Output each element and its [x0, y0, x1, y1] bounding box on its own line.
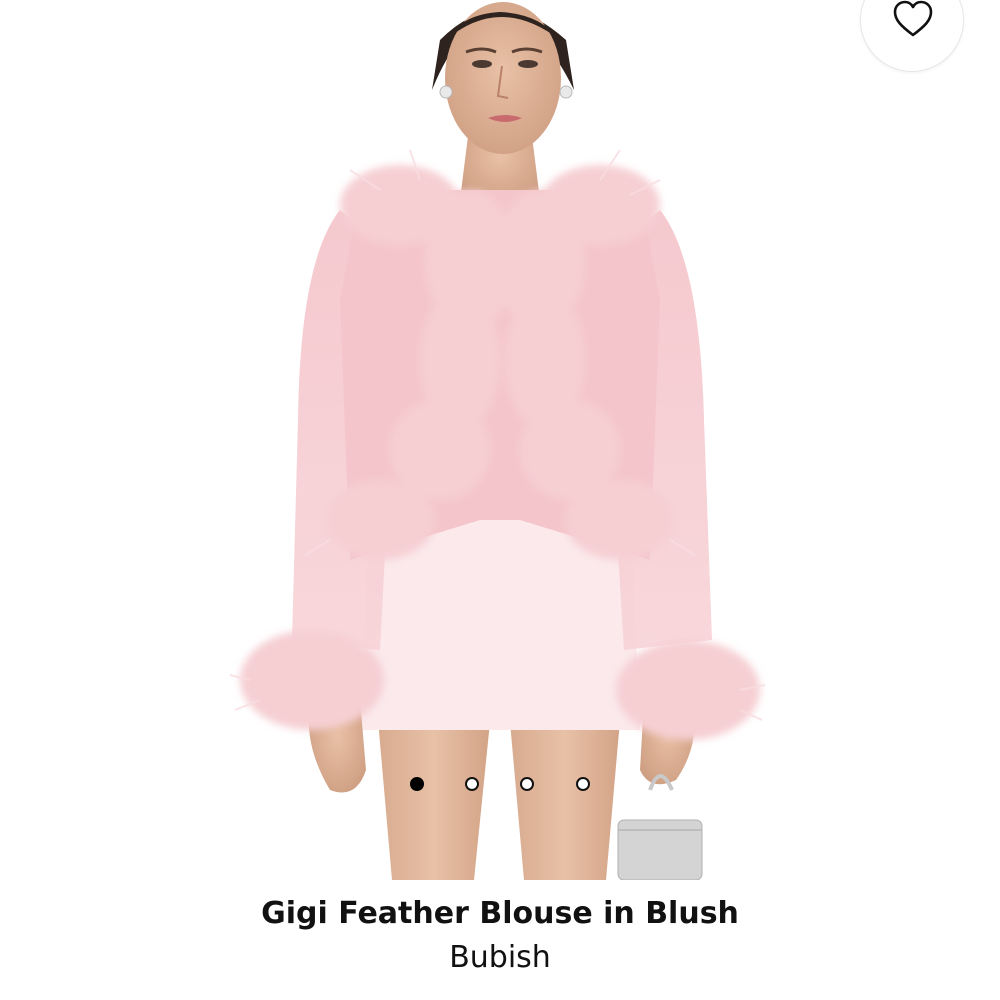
gallery-dot-4[interactable]: [576, 777, 590, 791]
gallery-dot-3[interactable]: [520, 777, 534, 791]
gallery-pagination: [400, 774, 600, 798]
product-title: Gigi Feather Blouse in Blush: [261, 896, 739, 931]
brand-name[interactable]: Bubish: [0, 936, 1000, 980]
product-info: Gigi Feather Blouse in Blush Bubish: [0, 892, 1000, 980]
gallery-dot-1[interactable]: [410, 777, 424, 791]
product-image-gallery[interactable]: [0, 0, 1000, 880]
product-photo: [229, 2, 766, 880]
gallery-dot-2[interactable]: [465, 777, 479, 791]
product-detail-screen: Gigi Feather Blouse in Blush Bubish: [0, 0, 1000, 1000]
heart-outline-icon: [893, 0, 933, 37]
